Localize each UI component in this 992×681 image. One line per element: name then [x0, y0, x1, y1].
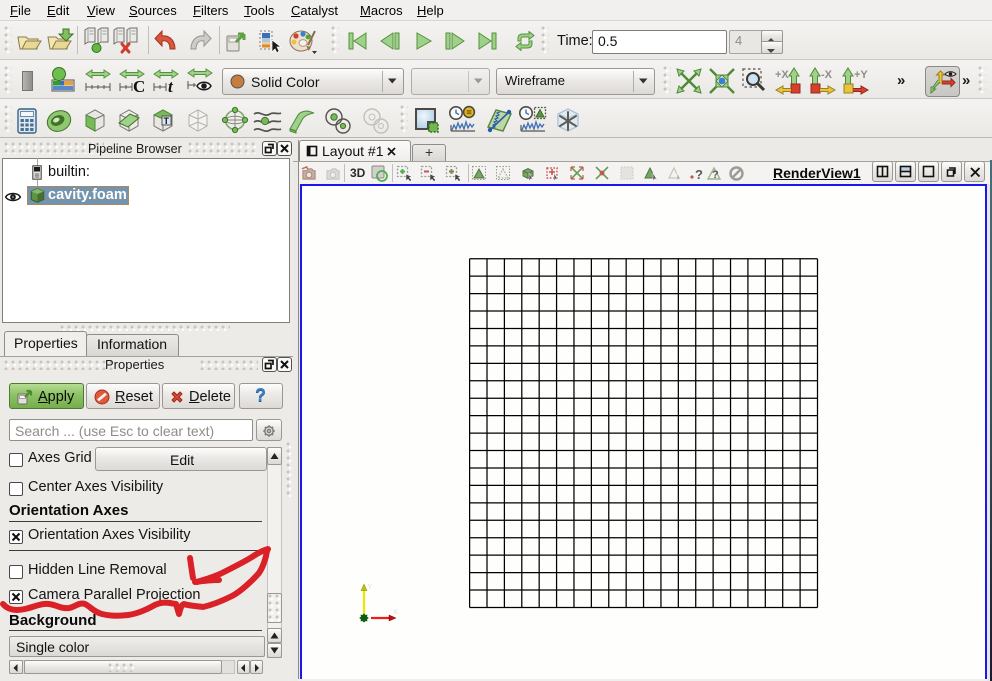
svg-text:+Y: +Y — [854, 69, 868, 81]
svg-text:+X: +X — [775, 69, 789, 81]
svg-text:X: X — [393, 609, 398, 616]
svg-text:?: ? — [712, 169, 719, 181]
svg-text:-X: -X — [821, 69, 833, 81]
svg-text:?: ? — [695, 167, 703, 182]
svg-text:Y: Y — [368, 584, 373, 591]
svg-text:T: T — [164, 116, 170, 126]
svg-text:t: t — [168, 77, 174, 94]
svg-text:C: C — [133, 77, 145, 94]
